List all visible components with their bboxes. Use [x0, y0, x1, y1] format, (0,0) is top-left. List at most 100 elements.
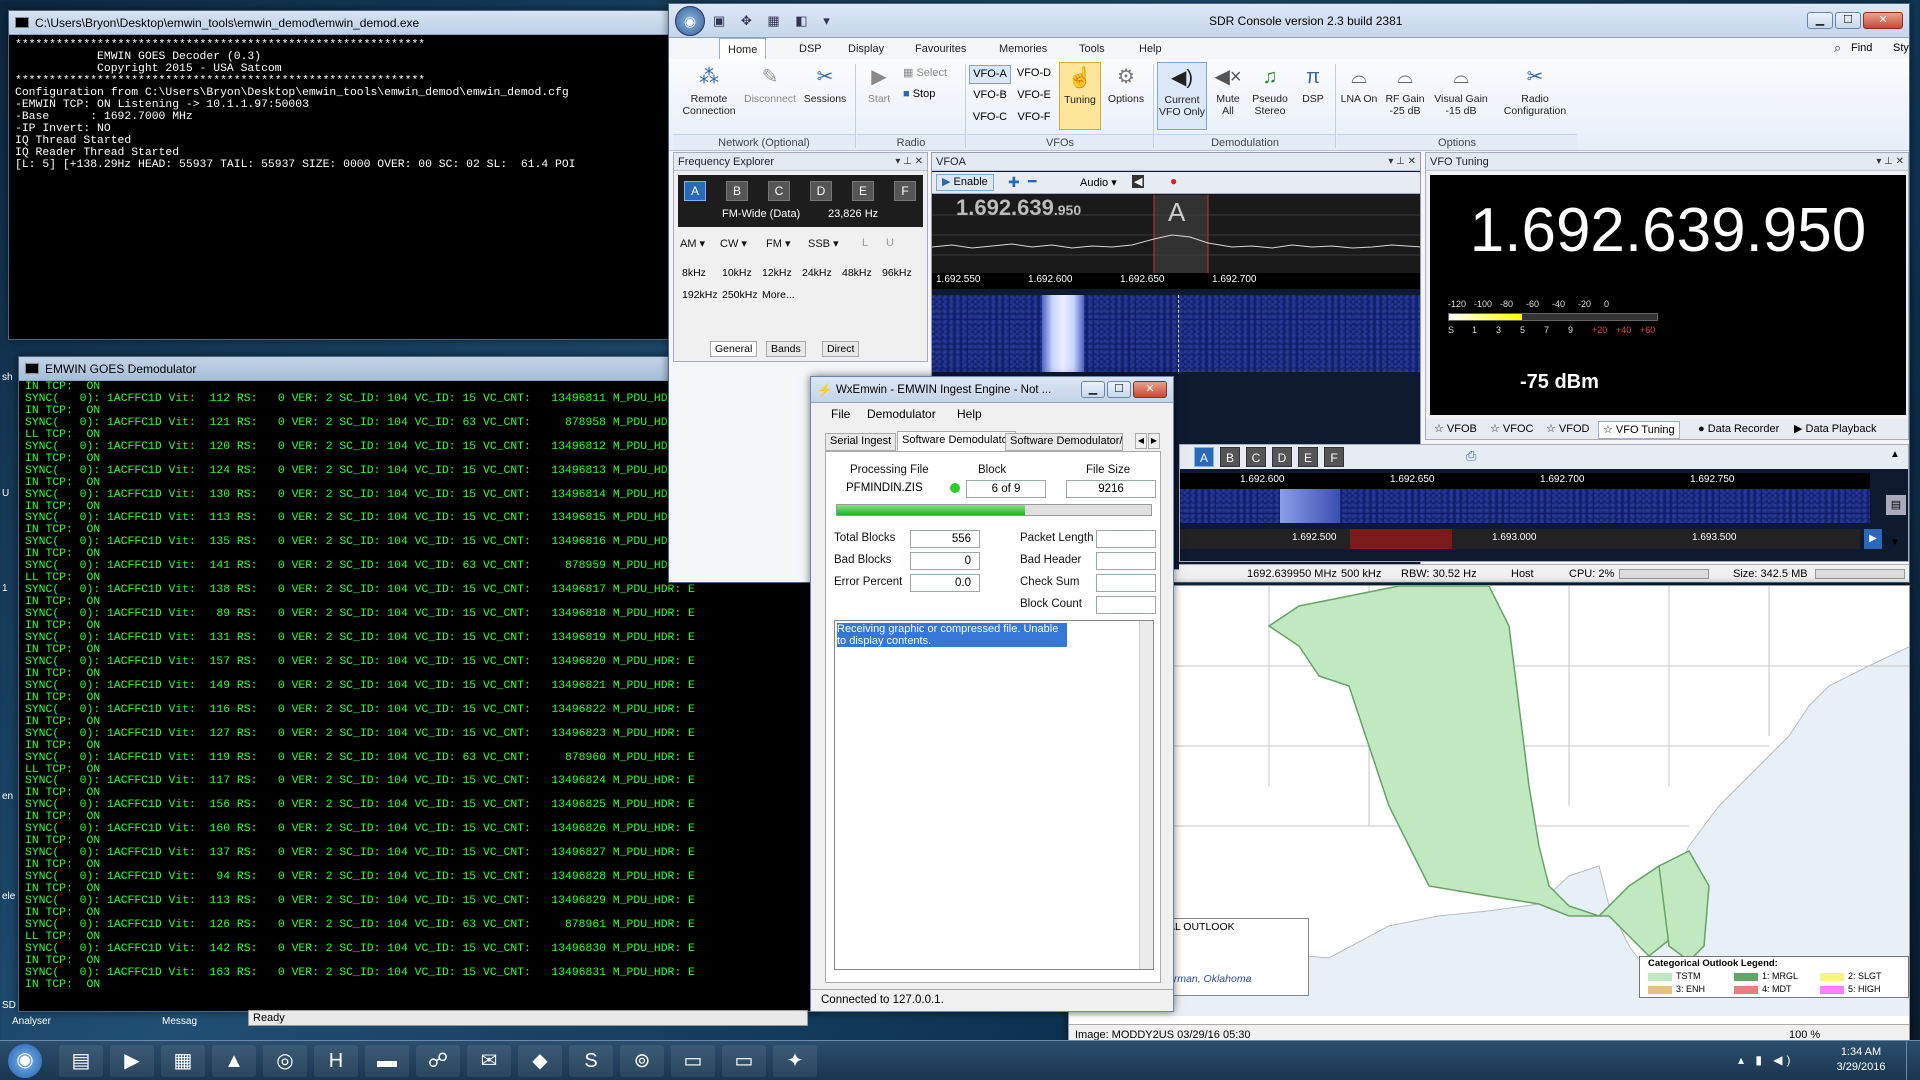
tab-serial-ingest[interactable]: Serial Ingest — [825, 433, 897, 451]
tab-help[interactable]: Help — [1131, 38, 1170, 60]
tab-home[interactable]: Home — [719, 38, 767, 60]
vfo-tuning-tab-2[interactable]: ☆ VFOD — [1542, 421, 1593, 439]
title-bar[interactable]: ◉ ▣ ✥ ▦ ◧ ▾ SDR Console version 2.3 buil… — [669, 4, 1909, 38]
vfo-tuning-tab-1[interactable]: ☆ VFOC — [1486, 421, 1537, 439]
tuning-frequency[interactable]: 1.692.639.950 — [1430, 195, 1906, 266]
options-button[interactable]: ⚙ Options — [1103, 64, 1149, 105]
pane-controls[interactable]: ▾ ⊥ ✕ — [1388, 153, 1416, 171]
vfo-tuning-tab-0[interactable]: ☆ VFOB — [1430, 421, 1481, 439]
desktop-icon-label[interactable]: SD — [2, 1000, 16, 1011]
sessions-button[interactable]: ✂ Sessions — [799, 64, 851, 105]
mode-ssb[interactable]: SSB ▾ — [808, 237, 839, 250]
start-orb-icon[interactable]: ◉ — [8, 1044, 42, 1078]
radio-configuration-button[interactable]: ✂ Radio Configuration — [1495, 64, 1575, 117]
scroll-right-button[interactable]: ▶ — [1864, 529, 1882, 549]
lna-button[interactable]: ⌓ LNA On — [1339, 64, 1379, 105]
spectrum-settings-icon[interactable]: ▤ — [1886, 495, 1906, 515]
tab-memories[interactable]: Memories — [991, 38, 1055, 60]
mode-l[interactable]: L — [862, 237, 868, 249]
rf-gain-button[interactable]: ⌓ RF Gain -25 dB — [1381, 64, 1429, 117]
record-icon[interactable]: ● — [1170, 174, 1177, 188]
minimize-button[interactable]: ▁ — [1081, 381, 1105, 398]
filter-24khz[interactable]: 24kHz — [802, 267, 832, 279]
visual-gain-button[interactable]: ⌓ Visual Gain -15 dB — [1431, 64, 1491, 117]
vfo-letter-button-b[interactable]: B — [726, 181, 748, 201]
dsp-button[interactable]: π DSP — [1295, 64, 1331, 105]
start-button[interactable]: ▶ Start — [861, 64, 897, 105]
vfo-letter-button-f[interactable]: F — [894, 181, 916, 201]
filter-more[interactable]: More... — [762, 289, 795, 301]
window-app-2-icon[interactable]: ▭ — [722, 1045, 766, 1077]
pseudo-stereo-button[interactable]: ♫ Pseudo Stereo — [1247, 64, 1293, 117]
menu-help[interactable]: Help — [957, 407, 982, 421]
vfoa-waterfall[interactable] — [932, 295, 1420, 372]
cmd-icon[interactable]: ▬ — [365, 1045, 409, 1077]
mode-u[interactable]: U — [886, 237, 894, 249]
message-textarea[interactable]: Receiving graphic or compressed file. Un… — [834, 620, 1154, 970]
skype-icon[interactable]: S — [569, 1045, 613, 1077]
explorer-tab-direct[interactable]: Direct — [822, 341, 860, 357]
vfo-letter-button-b[interactable]: B — [1220, 447, 1240, 467]
title-bar[interactable]: C:\Users\Bryon\Desktop\emwin_tools\emwin… — [9, 11, 669, 35]
vfo-tuning-tab-5[interactable]: ▶ Data Playback — [1790, 421, 1880, 439]
scroll-up-button[interactable]: ▲ — [1890, 449, 1900, 460]
filter-10khz[interactable]: 10kHz — [722, 267, 752, 279]
tuning-button[interactable]: ☝ Tuning — [1059, 62, 1101, 130]
chrome-icon[interactable]: ◎ — [263, 1045, 307, 1077]
scroll-down-button[interactable]: ▼ — [1890, 537, 1900, 548]
minimize-button[interactable]: ▁ — [1807, 12, 1833, 29]
vfo-tuning-tab-4[interactable]: ● Data Recorder — [1694, 421, 1783, 439]
filter-12khz[interactable]: 12kHz — [762, 267, 792, 279]
bottom-frequency-scale[interactable]: 1.692.500 1.693.000 1.693.500 — [1180, 529, 1860, 549]
filter-250khz[interactable]: 250kHz — [722, 289, 758, 301]
media-player-icon[interactable]: ▶ — [110, 1045, 154, 1077]
vfo-letter-button-f[interactable]: F — [1324, 447, 1344, 467]
tab-software-demodulator[interactable]: Software Demodulator — [897, 431, 1017, 451]
maximize-button[interactable]: ☐ — [1107, 381, 1131, 398]
vfo-a-button[interactable]: VFO-A — [969, 65, 1011, 84]
clock[interactable]: 1:34 AM 3/29/2016 — [1826, 1045, 1896, 1075]
maximize-button[interactable]: ☐ — [1835, 12, 1861, 29]
vfo-letter-button-c[interactable]: C — [768, 181, 790, 201]
tab-dsp[interactable]: DSP — [791, 38, 830, 60]
stop-button[interactable]: ■ Stop — [903, 88, 935, 100]
find-button[interactable]: Find — [1851, 42, 1872, 54]
explorer-tab-bands[interactable]: Bands — [766, 341, 806, 357]
pane-controls[interactable]: ▾ ⊥ ✕ — [1876, 153, 1904, 171]
search-icon[interactable]: ⌕ — [1834, 40, 1841, 56]
tray-icons[interactable]: ▴ ▮ ◀) — [1738, 1053, 1795, 1067]
mode-am[interactable]: AM ▾ — [680, 237, 705, 250]
remote-connection-button[interactable]: ⁂ Remote Connection — [679, 64, 739, 117]
vfo-letter-button-d[interactable]: D — [810, 181, 832, 201]
filter-96khz[interactable]: 96kHz — [882, 267, 912, 279]
title-bar[interactable]: ⚡ WxEmwin - EMWIN Ingest Engine - Not ..… — [811, 377, 1173, 403]
window-app-icon[interactable]: ▭ — [671, 1045, 715, 1077]
mode-cw[interactable]: CW ▾ — [720, 237, 747, 250]
tab-software-demodulator-2[interactable]: Software Demodulator/2 — [1005, 433, 1123, 451]
main-waterfall[interactable] — [1180, 489, 1870, 523]
select-button[interactable]: ▦ Select — [903, 66, 947, 79]
explorer-tab-general[interactable]: General — [710, 341, 758, 357]
vfo-letter-button-e[interactable]: E — [1298, 447, 1318, 467]
vlc-icon[interactable]: ▲ — [212, 1045, 256, 1077]
game-app-icon[interactable]: ✦ — [773, 1045, 817, 1077]
pane-controls[interactable]: ▾ ⊥ ✕ — [895, 153, 923, 171]
desktop-icon-label[interactable]: sh — [2, 372, 13, 383]
close-button[interactable]: ✕ — [1863, 12, 1903, 29]
zoom-out-button[interactable]: ━ — [1028, 173, 1036, 190]
speaker-icon[interactable]: ◀ — [1132, 175, 1145, 188]
vfo-tuning-tab-3[interactable]: ☆ VFO Tuning — [1598, 421, 1680, 439]
filter-8khz[interactable]: 8kHz — [682, 267, 706, 279]
tab-tools[interactable]: Tools — [1071, 38, 1113, 60]
current-vfo-only-button[interactable]: ◀) Current VFO Only — [1157, 62, 1207, 130]
vfo-tuning-display[interactable]: 1.692.639.950 -120 -100 -80 -60 -40 -20 0 S 1 3 5 7… — [1430, 175, 1906, 415]
tab-scroll-left[interactable]: ◀ — [1135, 433, 1147, 449]
vfo-letter-button-a[interactable]: A — [1194, 447, 1214, 467]
explorer-icon[interactable]: ▤ — [59, 1045, 103, 1077]
disconnect-button[interactable]: ✎ Disconnect — [741, 64, 799, 105]
message-text[interactable]: Receiving graphic or compressed file. Un… — [837, 623, 1067, 647]
quick-access-toolbar[interactable]: ▣ ✥ ▦ ◧ ▾ — [713, 13, 836, 29]
zoom-in-button[interactable]: ✚ — [1008, 174, 1020, 191]
vfo-d-button[interactable]: VFO-D — [1013, 65, 1055, 84]
vfo-f-button[interactable]: VFO-F — [1013, 109, 1055, 128]
